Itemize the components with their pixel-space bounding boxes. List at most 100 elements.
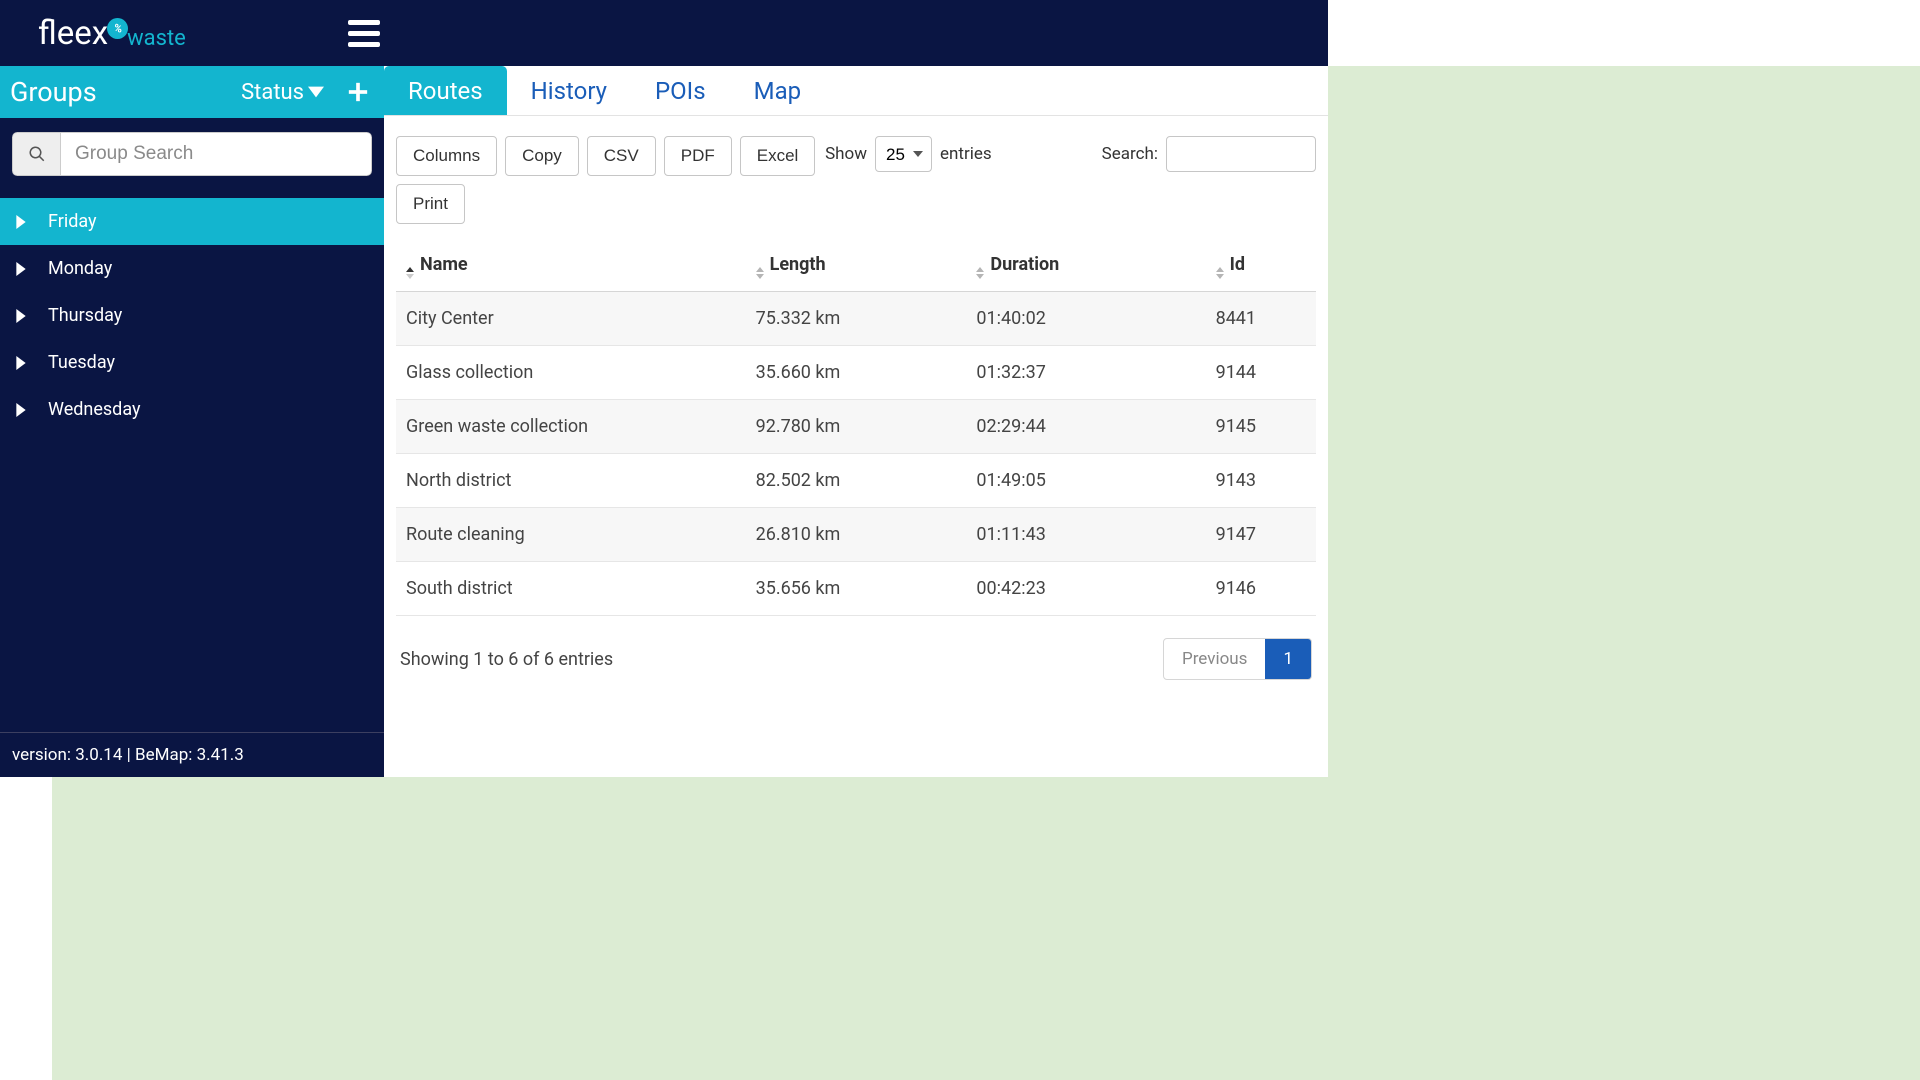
column-header-duration[interactable]: Duration xyxy=(966,242,1205,292)
columns-button[interactable]: Columns xyxy=(396,136,497,176)
sidebar-header: Groups Status xyxy=(0,66,384,118)
csv-button[interactable]: CSV xyxy=(587,136,656,176)
logo-text-fleex: fleex xyxy=(38,14,108,53)
plus-icon xyxy=(347,81,369,103)
cell-id: 9146 xyxy=(1206,562,1316,616)
sidebar-item-label: Thursday xyxy=(48,305,122,326)
entries-label: entries xyxy=(940,144,992,164)
chevron-right-icon xyxy=(16,215,26,229)
pdf-button[interactable]: PDF xyxy=(664,136,732,176)
table-search-label: Search: xyxy=(1102,144,1158,164)
table-header-row: NameLengthDurationId xyxy=(396,242,1316,292)
excel-button[interactable]: Excel xyxy=(740,136,816,176)
table-search-input[interactable] xyxy=(1166,136,1316,172)
page-size-select[interactable]: 25 xyxy=(875,136,932,172)
sidebar-item-wednesday[interactable]: Wednesday xyxy=(0,386,384,433)
cell-id: 9144 xyxy=(1206,346,1316,400)
cell-length: 82.502 km xyxy=(746,454,967,508)
sidebar-item-label: Friday xyxy=(48,211,97,232)
app-window: fleex waste Groups Status xyxy=(0,0,1328,777)
page-size-control: Show 25 entries xyxy=(825,136,992,172)
hamburger-menu-button[interactable] xyxy=(348,20,380,47)
cell-length: 26.810 km xyxy=(746,508,967,562)
cell-id: 9143 xyxy=(1206,454,1316,508)
logo-badge-icon xyxy=(107,18,128,39)
cell-name: Glass collection xyxy=(396,346,746,400)
cell-name: Green waste collection xyxy=(396,400,746,454)
cell-name: City Center xyxy=(396,292,746,346)
table-body: City Center75.332 km01:40:028441Glass co… xyxy=(396,292,1316,616)
caret-down-icon xyxy=(308,86,324,98)
routes-table: NameLengthDurationId City Center75.332 k… xyxy=(396,242,1316,616)
group-search-input[interactable] xyxy=(60,132,372,176)
tab-map[interactable]: Map xyxy=(730,66,825,115)
main-tabs: RoutesHistoryPOIsMap xyxy=(384,66,1328,116)
sidebar-item-label: Monday xyxy=(48,258,112,279)
sidebar-item-tuesday[interactable]: Tuesday xyxy=(0,339,384,386)
tab-routes[interactable]: Routes xyxy=(384,66,507,115)
cell-length: 35.660 km xyxy=(746,346,967,400)
sort-icon xyxy=(976,267,984,279)
table-toolbar: ColumnsCopyCSVPDFExcel Print Show 25 entr… xyxy=(396,136,1316,224)
table-row[interactable]: South district35.656 km00:42:239146 xyxy=(396,562,1316,616)
tab-history[interactable]: History xyxy=(507,66,631,115)
cell-length: 92.780 km xyxy=(746,400,967,454)
table-row[interactable]: North district82.502 km01:49:059143 xyxy=(396,454,1316,508)
logo-text-waste: waste xyxy=(127,26,186,51)
export-button-group: ColumnsCopyCSVPDFExcel Print xyxy=(396,136,825,224)
topbar: fleex waste xyxy=(0,0,1328,66)
main-panel: RoutesHistoryPOIsMap ColumnsCopyCSVPDFEx… xyxy=(384,66,1328,777)
group-list: Friday Monday Thursday Tuesday Wednesday xyxy=(0,198,384,732)
print-button[interactable]: Print xyxy=(396,184,465,224)
cell-duration: 01:49:05 xyxy=(966,454,1205,508)
cell-duration: 02:29:44 xyxy=(966,400,1205,454)
tab-pois[interactable]: POIs xyxy=(631,66,730,115)
sidebar-item-label: Tuesday xyxy=(48,352,115,373)
cell-length: 35.656 km xyxy=(746,562,967,616)
chevron-right-icon xyxy=(16,309,26,323)
cell-id: 9147 xyxy=(1206,508,1316,562)
table-info: Showing 1 to 6 of 6 entries xyxy=(400,649,613,670)
add-group-button[interactable] xyxy=(342,76,374,108)
cell-name: South district xyxy=(396,562,746,616)
cell-name: North district xyxy=(396,454,746,508)
chevron-right-icon xyxy=(16,356,26,370)
search-icon xyxy=(12,132,60,176)
sidebar-item-friday[interactable]: Friday xyxy=(0,198,384,245)
sidebar-item-monday[interactable]: Monday xyxy=(0,245,384,292)
sidebar-item-label: Wednesday xyxy=(48,399,141,420)
cell-id: 8441 xyxy=(1206,292,1316,346)
sidebar: Groups Status xyxy=(0,66,384,777)
sidebar-title: Groups xyxy=(10,76,97,108)
column-header-length[interactable]: Length xyxy=(746,242,967,292)
table-row[interactable]: Route cleaning26.810 km01:11:439147 xyxy=(396,508,1316,562)
status-dropdown[interactable]: Status xyxy=(241,80,324,105)
table-search: Search: xyxy=(1102,136,1316,172)
sidebar-search-row xyxy=(0,118,384,190)
cell-length: 75.332 km xyxy=(746,292,967,346)
content-area: ColumnsCopyCSVPDFExcel Print Show 25 entr… xyxy=(384,116,1328,777)
sort-icon xyxy=(406,267,414,279)
pager-page-button[interactable]: 1 xyxy=(1265,639,1311,679)
cell-duration: 01:11:43 xyxy=(966,508,1205,562)
sort-icon xyxy=(756,267,764,279)
column-header-name[interactable]: Name xyxy=(396,242,746,292)
status-dropdown-label: Status xyxy=(241,80,304,105)
sidebar-item-thursday[interactable]: Thursday xyxy=(0,292,384,339)
table-row[interactable]: Green waste collection92.780 km02:29:449… xyxy=(396,400,1316,454)
chevron-right-icon xyxy=(16,403,26,417)
logo[interactable]: fleex waste xyxy=(38,14,186,53)
version-label: version: 3.0.14 | BeMap: 3.41.3 xyxy=(0,732,384,777)
copy-button[interactable]: Copy xyxy=(505,136,579,176)
cell-name: Route cleaning xyxy=(396,508,746,562)
cell-duration: 01:40:02 xyxy=(966,292,1205,346)
pager-previous-button[interactable]: Previous xyxy=(1164,639,1265,679)
table-row[interactable]: Glass collection35.660 km01:32:379144 xyxy=(396,346,1316,400)
cell-id: 9145 xyxy=(1206,400,1316,454)
sort-icon xyxy=(1216,267,1224,279)
pager: Previous 1 xyxy=(1163,638,1312,680)
table-row[interactable]: City Center75.332 km01:40:028441 xyxy=(396,292,1316,346)
table-footer: Showing 1 to 6 of 6 entries Previous 1 xyxy=(396,616,1316,690)
show-label: Show xyxy=(825,144,867,164)
column-header-id[interactable]: Id xyxy=(1206,242,1316,292)
